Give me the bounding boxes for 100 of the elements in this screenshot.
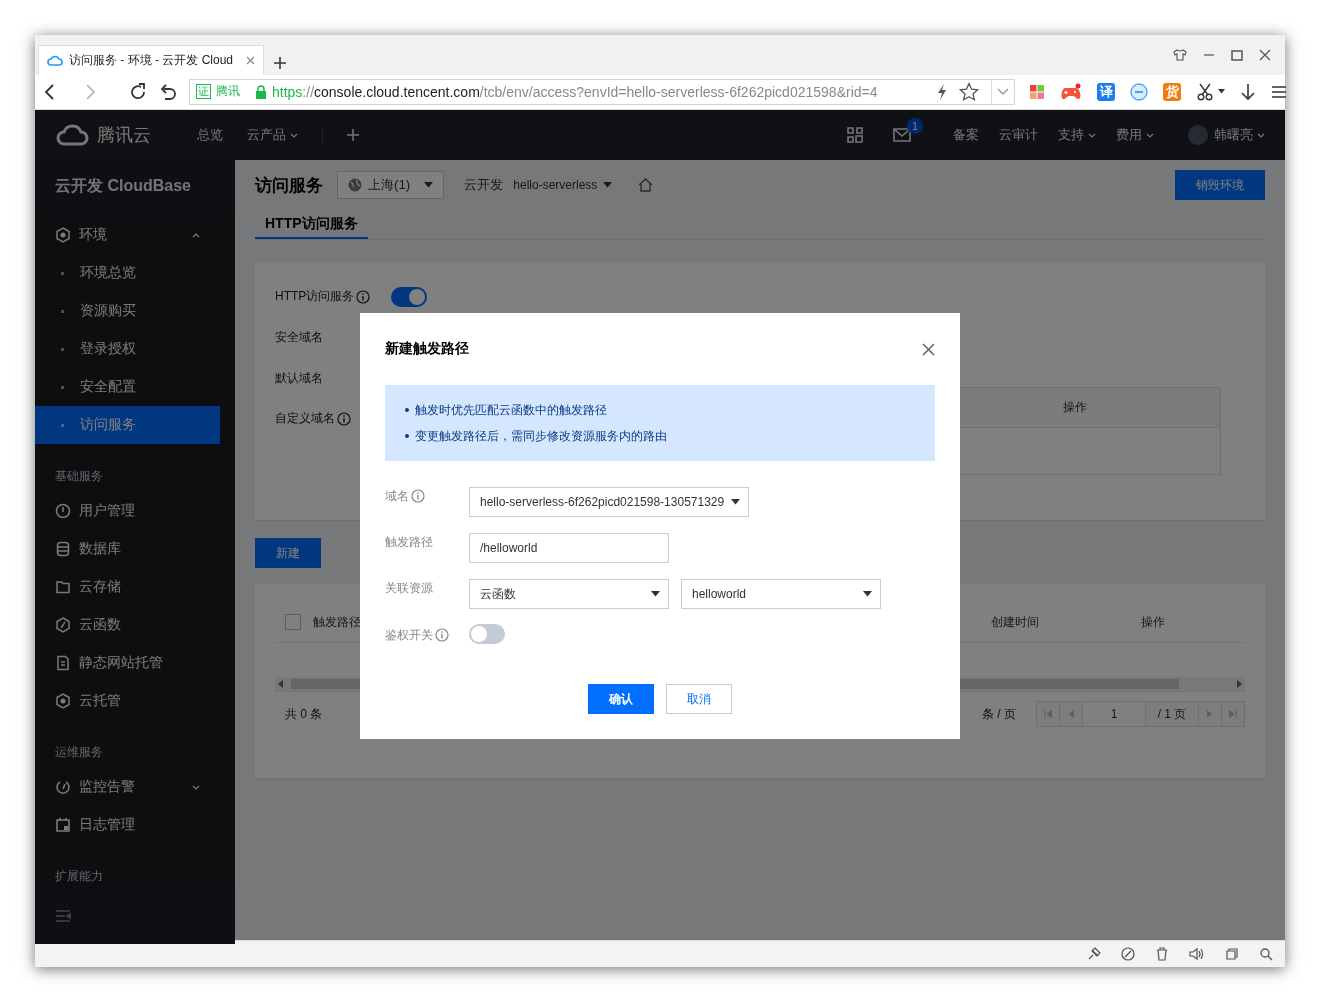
- create-button[interactable]: 新建: [255, 538, 321, 569]
- sidebar-subitem[interactable]: 登录授权: [35, 330, 220, 369]
- column-header: 触发路径: [313, 614, 361, 629]
- confirm-button[interactable]: 确认: [588, 684, 654, 715]
- document-icon: [55, 655, 71, 672]
- menu-icon[interactable]: [1271, 84, 1287, 99]
- download-icon[interactable]: [1240, 82, 1256, 101]
- mail-icon[interactable]: [893, 128, 911, 143]
- destroy-env-button[interactable]: 销毁环境: [1175, 170, 1265, 201]
- toggle-switch[interactable]: [469, 624, 505, 645]
- env-label: 云开发: [464, 176, 504, 195]
- total-count: 共 0 条: [285, 705, 323, 723]
- search-icon[interactable]: [1259, 947, 1273, 962]
- field-label: 触发路径: [385, 533, 433, 551]
- close-icon[interactable]: [246, 55, 255, 65]
- dropdown-icon[interactable]: [997, 87, 1009, 96]
- resource-select[interactable]: 云函数: [469, 579, 669, 610]
- info-icon: [337, 411, 351, 426]
- gauge-icon: [55, 779, 71, 796]
- dialog-title: 新建触发路径: [385, 340, 469, 359]
- database-icon: [55, 541, 71, 558]
- hexagon-icon: [55, 227, 71, 244]
- toggle-switch[interactable]: [391, 286, 427, 307]
- resource-select[interactable]: helloworld: [681, 579, 881, 610]
- sidebar-item[interactable]: 监控告警: [35, 768, 220, 807]
- speaker-icon[interactable]: [1189, 947, 1205, 962]
- path-input[interactable]: /helloworld: [469, 533, 669, 564]
- info-icon: [411, 489, 425, 504]
- info-icon: [356, 289, 371, 304]
- tiles-icon[interactable]: [1029, 83, 1045, 100]
- cancel-button[interactable]: 取消: [666, 684, 732, 715]
- undo-icon[interactable]: [159, 82, 177, 101]
- certificate-mark: 证: [196, 84, 211, 100]
- sidebar-subitem[interactable]: 访问服务: [35, 406, 220, 445]
- sidebar-item[interactable]: 用户管理: [35, 492, 220, 531]
- extension-button[interactable]: 译: [1097, 82, 1115, 101]
- folder-icon: [55, 579, 71, 596]
- sidebar-item[interactable]: 日志管理: [35, 806, 220, 845]
- blocker-icon[interactable]: [1130, 82, 1148, 101]
- sidebar-item[interactable]: 云函数: [35, 606, 220, 645]
- logo-text[interactable]: 腾讯云: [97, 123, 151, 148]
- lock-icon: [255, 84, 267, 99]
- domain-select[interactable]: hello-serverless-6f262picd021598-130571329: [469, 487, 749, 518]
- checkbox[interactable]: [285, 614, 301, 631]
- url-text: https://console.cloud.tencent.com/tcb/env/access?envId=hello-serverless-6f262picd021598&rid=4: [272, 83, 879, 100]
- nav-link[interactable]: 总览: [197, 126, 223, 145]
- sidebar-subitem[interactable]: 环境总览: [35, 254, 220, 293]
- chevron-down-icon: [192, 783, 200, 792]
- sidebar-item[interactable]: 数据库: [35, 530, 220, 569]
- certificate-label: 腾讯: [216, 83, 240, 101]
- address-bar[interactable]: 证 腾讯 https://console.cloud.tencent.com/tcb/env/access?envId=hello-serverless-6f262picd021598&rid=4: [189, 78, 1015, 105]
- window-icon[interactable]: [1225, 947, 1239, 962]
- shirt-icon[interactable]: [1173, 48, 1187, 61]
- reload-icon[interactable]: [129, 82, 147, 101]
- nav-link[interactable]: 备案: [953, 126, 979, 145]
- nav-link[interactable]: 云产品: [247, 126, 298, 145]
- globe-icon: [348, 178, 362, 193]
- plus-icon[interactable]: [347, 129, 359, 142]
- new-tab-icon[interactable]: [274, 56, 286, 69]
- sidebar-item[interactable]: 云托管: [35, 682, 220, 721]
- close-button[interactable]: [922, 342, 935, 356]
- cloud-logo-icon: [55, 124, 89, 147]
- scissors-icon[interactable]: [1196, 82, 1214, 101]
- lightning-icon[interactable]: [937, 83, 947, 100]
- close-icon[interactable]: [1259, 48, 1271, 61]
- gamepad-icon[interactable]: [1060, 82, 1082, 101]
- column-header: 操作: [1063, 399, 1087, 417]
- caret-icon: [290, 131, 298, 140]
- notice-text: 变更触发路径后，需同步修改资源服务内的路由: [415, 427, 667, 445]
- field-label: 域名: [385, 487, 409, 505]
- star-icon[interactable]: [959, 81, 979, 102]
- nav-link[interactable]: 支持: [1058, 126, 1096, 145]
- extension-button[interactable]: 货: [1163, 82, 1181, 101]
- tab[interactable]: HTTP访问服务: [255, 210, 368, 240]
- nav-link[interactable]: 云审计: [999, 126, 1038, 145]
- sidebar-subitem[interactable]: 安全配置: [35, 368, 220, 407]
- region-select[interactable]: 上海(1): [337, 171, 445, 200]
- trash-icon[interactable]: [1155, 947, 1169, 962]
- caret-icon: [1257, 131, 1265, 140]
- env-select[interactable]: hello-serverless: [513, 178, 613, 193]
- sidebar-subitem[interactable]: 资源购买: [35, 292, 220, 331]
- scroll-right-icon: [1237, 680, 1242, 689]
- sidebar-heading: 运维服务: [55, 745, 103, 760]
- sidebar-item[interactable]: 云存储: [35, 568, 220, 607]
- qr-code-icon[interactable]: [847, 127, 863, 144]
- info-icon: [435, 628, 449, 643]
- browser-tab[interactable]: 访问服务 - 环境 - 云开发 Cloud: [38, 44, 264, 75]
- sidebar-item[interactable]: 静态网站托管: [35, 644, 220, 683]
- sidebar-item[interactable]: 环境: [35, 216, 220, 255]
- page-size-label: 条 / 页: [982, 705, 1016, 723]
- caret-icon: [1088, 131, 1096, 140]
- mail-badge: 1: [907, 118, 923, 135]
- user-menu[interactable]: 韩曙亮: [1214, 126, 1265, 145]
- page-total: / 1 页: [1146, 702, 1199, 727]
- back-icon[interactable]: [43, 82, 55, 101]
- maximize-icon[interactable]: [1231, 48, 1243, 61]
- home-icon[interactable]: [638, 178, 654, 193]
- nav-link[interactable]: 费用: [1116, 126, 1154, 145]
- scroll-left-icon: [278, 680, 283, 689]
- caret-icon[interactable]: [1218, 89, 1225, 95]
